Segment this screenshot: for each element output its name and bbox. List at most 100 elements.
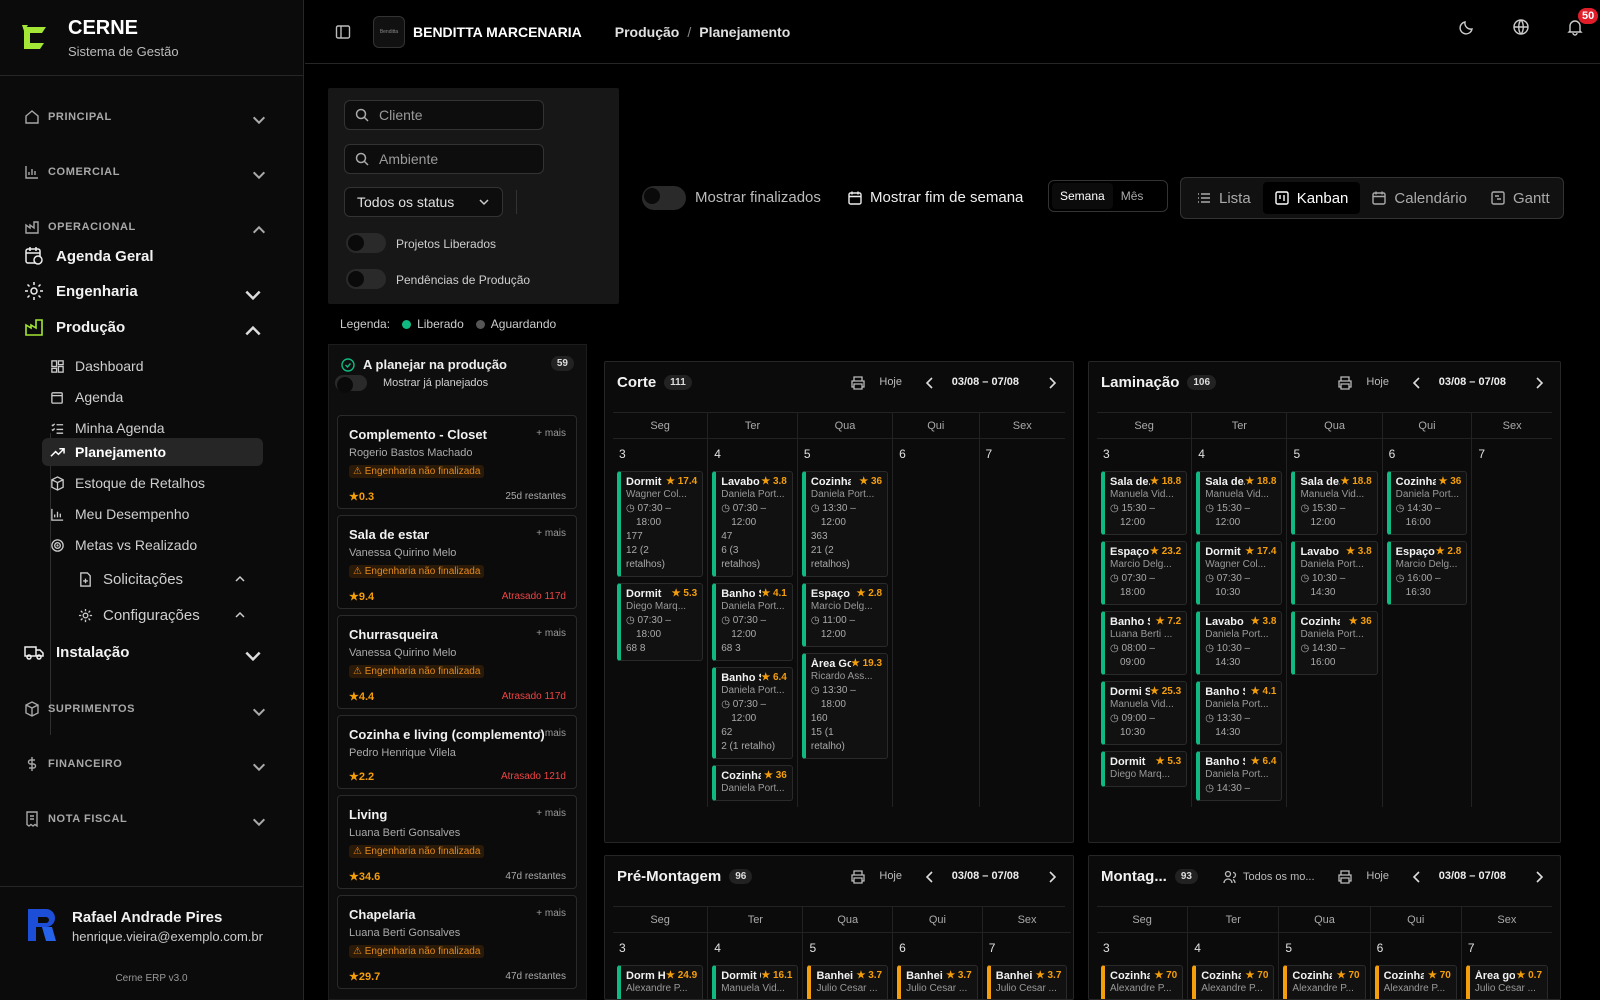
globe-icon[interactable] — [1512, 18, 1530, 36]
nav-sub-agenda[interactable]: Agenda — [42, 383, 263, 411]
nav-sub-desempenho[interactable]: Meu Desempenho — [42, 500, 263, 528]
task-card[interactable]: Banhei ★ 3.7 Julio Cesar ... — [897, 965, 978, 999]
nav-section-principal[interactable]: PRINCIPAL — [24, 107, 279, 127]
task-card[interactable]: Cozinha ★ 70 Alexandre P... — [1192, 965, 1275, 999]
nav-sub-configuracoes[interactable]: Configurações — [70, 601, 264, 629]
task-card[interactable]: Sala de...★ 18.8Manuela Vid...◷ 15:30 –1… — [1291, 471, 1378, 535]
task-card[interactable]: Banho Suíte... ★ 4.1 Daniela Port... ◷ 13:3… — [1196, 681, 1283, 745]
nav-section-suprimentos[interactable]: SUPRIMENTOS — [24, 699, 279, 719]
task-card[interactable]: Dormit 01★ 16.1 Manuela Vid... — [712, 965, 799, 999]
semana-option[interactable]: Semana — [1052, 183, 1113, 209]
chevron-right-icon[interactable] — [1532, 376, 1546, 390]
print-icon[interactable] — [851, 870, 865, 884]
task-card[interactable]: Cozinha ★ 36 Daniela Port... — [712, 765, 793, 801]
bell-icon[interactable]: 50 — [1566, 8, 1599, 36]
more-link[interactable]: + mais — [536, 808, 566, 819]
task-card[interactable]: Banho Suít... ★ 6.4 Daniela Port... ◷ 14:30… — [1196, 751, 1283, 801]
more-link[interactable]: + mais — [536, 428, 566, 439]
task-card[interactable]: Dormit ★ 5.3 Diego Marq... — [1101, 751, 1188, 787]
task-card[interactable]: Espaço Teens★ 23.2 Marcio Delg... ◷ 07:30 … — [1101, 541, 1188, 605]
task-card[interactable]: Dormit ★ 17.4 Wagner Col... ◷ 07:30 –10:30 — [1196, 541, 1283, 605]
mostrar-fim-semana-button[interactable]: Mostrar fim de semana — [848, 189, 1023, 206]
task-card[interactable]: Cozinha ★ 36 Daniela Port... ◷ 14:30 –16:00 — [1386, 471, 1468, 535]
task-card[interactable]: Dorm Hósp★ 24.9 Alexandre P... — [617, 965, 704, 999]
nav-section-nota-fiscal[interactable]: NOTA FISCAL — [24, 809, 279, 829]
chevron-right-icon[interactable] — [1045, 870, 1059, 884]
task-card[interactable]: Lavabo ★ 3.8 Daniela Port... ◷ 10:30 –14:30 — [1196, 611, 1283, 675]
nav-section-financeiro[interactable]: FINANCEIRO — [24, 754, 279, 774]
calendario-view-button[interactable]: Calendário — [1360, 182, 1479, 214]
chevron-left-icon[interactable] — [923, 376, 937, 390]
task-card[interactable]: Sala de...★ 18.8Manuela Vid...◷ 15:30 –1… — [1101, 471, 1188, 535]
task-card[interactable]: Lavabo ★ 3.8 Daniela Port... ◷ 10:30 –14:30 — [1291, 541, 1378, 605]
breadcrumb-producao[interactable]: Produção — [615, 24, 680, 40]
cliente-input[interactable]: Cliente — [344, 100, 544, 130]
more-link[interactable]: + mais — [536, 628, 566, 639]
chevron-left-icon[interactable] — [923, 870, 937, 884]
projetos-liberados-toggle[interactable] — [346, 233, 386, 253]
ambiente-input[interactable]: Ambiente — [344, 144, 544, 174]
queue-card[interactable]: Chapelaria + mais Luana Berti Gonsalves … — [337, 895, 577, 989]
nav-sub-metas[interactable]: Metas vs Realizado — [42, 531, 263, 559]
more-link[interactable]: + mais — [536, 528, 566, 539]
nav-sub-dashboard[interactable]: Dashboard — [42, 352, 263, 380]
task-card[interactable]: Lavabo ★ 3.8 Daniela Port... ◷ 07:30 –12:00… — [712, 471, 793, 577]
task-card[interactable]: Banho Suíte...★ 4.1 Daniela Port... ◷ 07:3… — [712, 583, 793, 661]
chevron-right-icon[interactable] — [1532, 870, 1546, 884]
task-card[interactable]: Espaço Teens★ 2.8 Marcio Delg... ◷ 16:00 –… — [1386, 541, 1468, 605]
task-card[interactable]: Cozinha ★ 36 Daniela Port... ◷ 14:30 –16:00 — [1291, 611, 1378, 675]
queue-card[interactable]: Living + mais Luana Berti Gonsalves ⚠ En… — [337, 795, 577, 889]
nav-item-engenharia[interactable]: Engenharia — [24, 278, 279, 304]
nav-section-comercial[interactable]: COMERCIAL — [24, 162, 279, 182]
queue-card[interactable]: Complemento - Closet + mais Rogerio Bast… — [337, 415, 577, 509]
task-card[interactable]: Sala de...★ 18.8Manuela Vid...◷ 15:30 –1… — [1196, 471, 1283, 535]
task-card[interactable]: Dormit ★ 5.3 Diego Marq... ◷ 07:30 –18:00 68… — [617, 583, 704, 661]
task-card[interactable]: Cozinha ★ 36 Daniela Port... ◷ 13:30 –12:00… — [801, 471, 889, 577]
today-button[interactable]: Hoje — [879, 870, 902, 882]
operator-filter[interactable]: Todos os mo... — [1223, 870, 1315, 884]
pendencias-toggle[interactable] — [346, 269, 386, 289]
task-card[interactable]: Banho Suíte... ★ 7.2 Luana Berti ... ◷ 08:0… — [1101, 611, 1188, 675]
nav-section-operacional[interactable]: OPERACIONAL — [24, 217, 279, 237]
queue-card[interactable]: Churrasqueira + mais Vanessa Quirino Mel… — [337, 615, 577, 709]
task-card[interactable]: Área gourm★ 0.7 Julio Cesar ... — [1465, 965, 1549, 999]
moon-icon[interactable] — [1458, 18, 1476, 36]
chevron-right-icon[interactable] — [1045, 376, 1059, 390]
queue-card[interactable]: Sala de estar + mais Vanessa Quirino Mel… — [337, 515, 577, 609]
status-select[interactable]: Todos os status — [344, 187, 503, 217]
nav-sub-planejamento[interactable]: Planejamento — [42, 438, 263, 466]
chevron-left-icon[interactable] — [1410, 870, 1424, 884]
task-card[interactable]: Cozinha ★ 70 Alexandre P... — [1283, 965, 1366, 999]
chevron-left-icon[interactable] — [1410, 376, 1424, 390]
task-card[interactable]: Banho Suít...★ 6.4 Daniela Port... ◷ 07:30… — [712, 667, 793, 759]
today-button[interactable]: Hoje — [879, 376, 902, 388]
nav-item-producao[interactable]: Produção — [24, 314, 279, 340]
nav-sub-solicitacoes[interactable]: Solicitações — [70, 565, 264, 593]
nav-item-instalacao[interactable]: Instalação — [24, 639, 279, 665]
nav-sub-estoque[interactable]: Estoque de Retalhos — [42, 469, 263, 497]
task-card[interactable]: Cozinha ★ 70 Alexandre P... — [1101, 965, 1184, 999]
task-card[interactable]: Área Gourm★ 19.3Ricardo Ass...◷ 13:30 –1… — [801, 653, 889, 759]
more-link[interactable]: + mais — [536, 908, 566, 919]
task-card[interactable]: Cozinha ★ 70 Alexandre P... — [1374, 965, 1457, 999]
task-card[interactable]: Banhei ★ 3.7 Julio Cesar ... — [986, 965, 1068, 999]
more-link[interactable]: + mais — [536, 728, 566, 739]
kanban-view-button[interactable]: Kanban — [1262, 182, 1361, 214]
task-card[interactable]: Dormit ★ 17.4 Wagner Col... ◷ 07:30 –18:00 1… — [617, 471, 704, 577]
mostrar-finalizados-toggle[interactable] — [642, 186, 686, 210]
mes-option[interactable]: Mês — [1113, 183, 1152, 209]
print-icon[interactable] — [1338, 870, 1352, 884]
today-button[interactable]: Hoje — [1366, 870, 1389, 882]
today-button[interactable]: Hoje — [1366, 376, 1389, 388]
queue-card[interactable]: Cozinha e living (complemento) + mais Pe… — [337, 715, 577, 789]
lista-view-button[interactable]: Lista — [1185, 182, 1263, 214]
gantt-view-button[interactable]: Gantt — [1479, 182, 1562, 214]
nav-item-agenda-geral[interactable]: Agenda Geral — [24, 243, 279, 269]
user-panel[interactable]: Rafael Andrade Pires henrique.vieira@exe… — [0, 886, 303, 1000]
sidebar-toggle-icon[interactable] — [335, 24, 351, 40]
print-icon[interactable] — [1338, 376, 1352, 390]
task-card[interactable]: Espaço Teens ★ 2.8 Marcio Delg... ◷ 11:00 –… — [801, 583, 889, 647]
task-card[interactable]: Banhei ★ 3.7 Julio Cesar ... — [807, 965, 889, 999]
mostrar-planejados-toggle[interactable] — [335, 375, 367, 393]
task-card[interactable]: Dormi Suí...★ 25.3 Manuela Vid... ◷ 09:00 … — [1101, 681, 1188, 745]
